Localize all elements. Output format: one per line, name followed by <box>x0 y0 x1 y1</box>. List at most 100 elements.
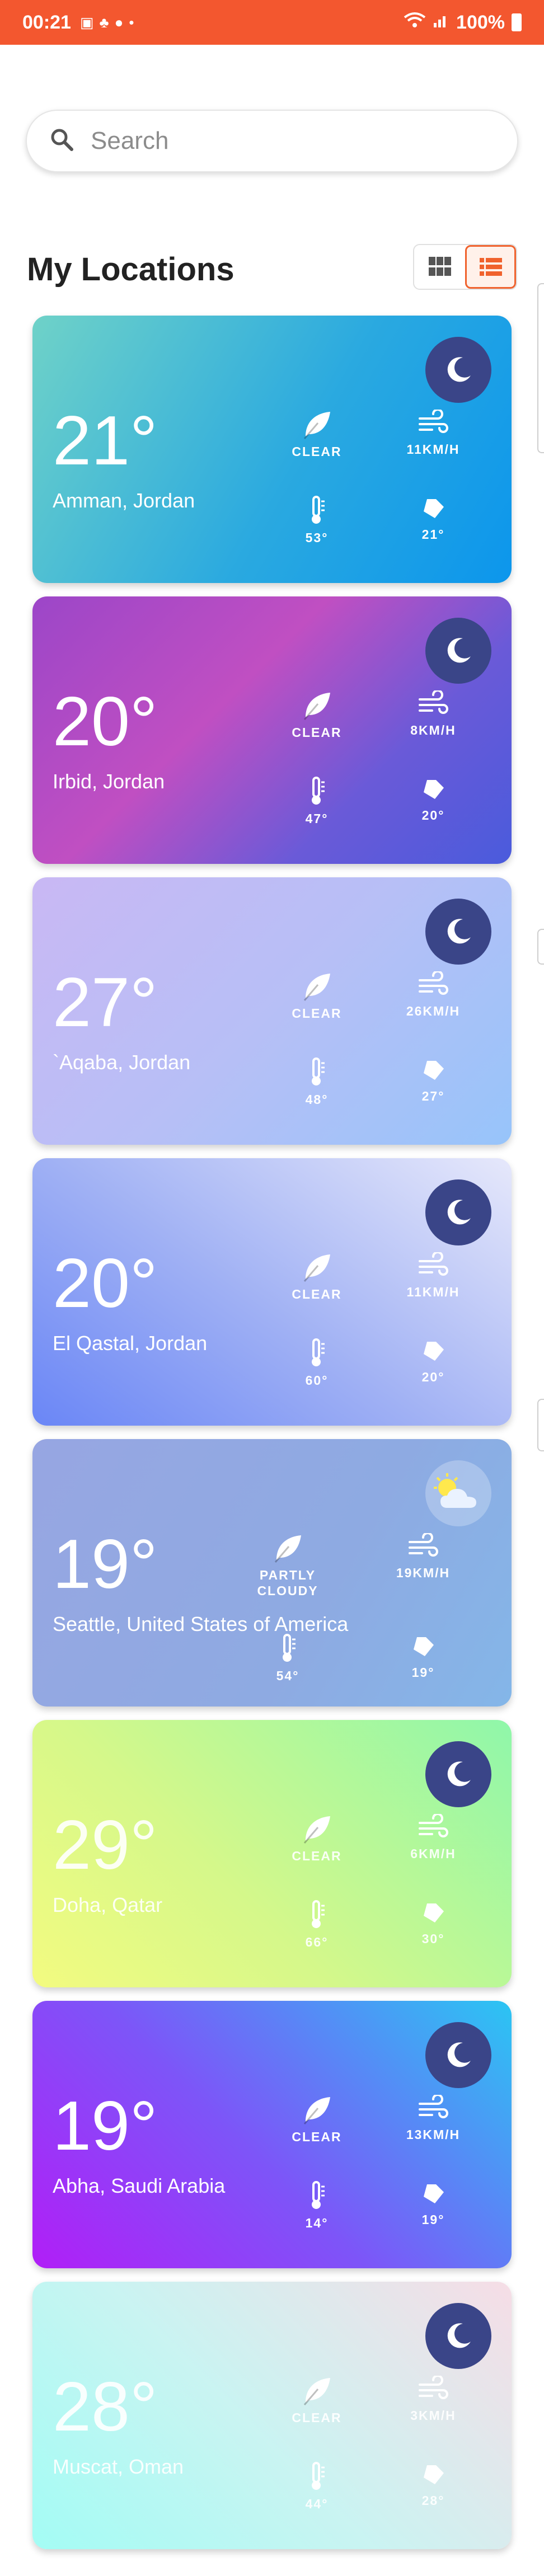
battery-icon <box>512 13 522 31</box>
wind-label: 11KM/H <box>406 442 460 457</box>
wind-stat: 3KM/H <box>388 2376 478 2424</box>
wind-label: 13KM/H <box>406 2127 461 2142</box>
moon-icon <box>425 618 491 684</box>
feels-stat: 47° <box>272 775 362 827</box>
wind-icon <box>388 2095 478 2123</box>
thermometer-icon <box>272 1899 362 1930</box>
edge-panel-handle[interactable] <box>537 1399 544 1451</box>
temperature: 20° <box>53 1245 158 1322</box>
wind-label: 8KM/H <box>410 723 456 737</box>
humidity-label: 19° <box>421 2212 445 2227</box>
temperature: 21° <box>53 402 158 480</box>
wind-stat: 11KM/H <box>388 410 478 458</box>
thermometer-icon <box>272 1337 362 1369</box>
humidity-stat: 20° <box>388 775 478 824</box>
feels-label: 44° <box>305 2497 329 2511</box>
city-name: Abha, Saudi Arabia <box>53 2174 226 2197</box>
more-notifications-icon: • <box>129 13 134 31</box>
moon-icon <box>425 1179 491 1245</box>
battery-percent: 100% <box>456 11 505 33</box>
humidity-label: 28° <box>421 2493 445 2508</box>
temperature: 19° <box>53 2088 158 2165</box>
feels-label: 14° <box>305 2216 329 2230</box>
feels-label: 53° <box>305 530 329 545</box>
location-card[interactable]: 27° `Aqaba, Jordan CLEAR 26KM/H 48° 27° <box>32 877 512 1145</box>
edge-panel-handle[interactable] <box>537 283 544 453</box>
condition-stat: CLEAR <box>272 2095 362 2145</box>
city-name: Muscat, Oman <box>53 2455 184 2478</box>
temperature: 28° <box>53 2368 158 2446</box>
humidity-label: 20° <box>421 808 445 822</box>
leaf-icon <box>272 690 362 721</box>
search-input[interactable] <box>90 126 484 156</box>
tag-icon <box>388 1899 478 1927</box>
tag-icon <box>388 1337 478 1365</box>
leaf-icon <box>272 2095 362 2125</box>
feels-label: 48° <box>305 1092 329 1107</box>
condition-label: CLEAR <box>292 444 342 459</box>
wind-label: 6KM/H <box>410 1846 456 1861</box>
humidity-stat: 30° <box>388 1899 478 1947</box>
feels-stat: 54° <box>243 1633 332 1684</box>
thermometer-icon <box>272 495 362 526</box>
moon-icon <box>425 1741 491 1807</box>
wind-icon <box>388 410 478 438</box>
image-notification-icon: ▣ <box>79 13 94 31</box>
wind-icon <box>388 1252 478 1280</box>
wind-stat: 26KM/H <box>388 971 478 1019</box>
tag-icon <box>388 1056 478 1084</box>
list-view-button[interactable] <box>465 245 516 289</box>
grid-view-button[interactable] <box>414 245 465 289</box>
city-name: Amman, Jordan <box>53 489 195 512</box>
city-name: Doha, Qatar <box>53 1893 163 1916</box>
wifi-icon <box>404 12 426 34</box>
location-card[interactable]: 28° Muscat, Oman CLEAR 3KM/H 44° 28° <box>32 2282 512 2549</box>
city-name: El Qastal, Jordan <box>53 1332 208 1355</box>
leaf-icon <box>272 971 362 1002</box>
leaf-icon <box>272 1252 362 1282</box>
feels-label: 66° <box>305 1935 329 1949</box>
location-card[interactable]: 20° Irbid, Jordan CLEAR 8KM/H 47° 20° <box>32 596 512 864</box>
location-card[interactable]: 29° Doha, Qatar CLEAR 6KM/H 66° 30° <box>32 1720 512 1987</box>
condition-label: CLEAR <box>292 1006 342 1021</box>
view-toggle <box>413 244 517 290</box>
condition-stat: CLEAR <box>272 971 362 1022</box>
tag-icon <box>388 2180 478 2208</box>
thermometer-icon <box>272 1056 362 1088</box>
humidity-stat: 19° <box>378 1633 468 1681</box>
wind-label: 3KM/H <box>410 2408 456 2423</box>
search-bar[interactable] <box>26 110 518 172</box>
thermometer-icon <box>243 1633 332 1664</box>
leaf-icon <box>243 1533 332 1563</box>
grid-icon <box>428 257 451 276</box>
wind-icon <box>388 690 478 718</box>
wind-icon <box>388 2376 478 2404</box>
humidity-label: 27° <box>421 1089 445 1103</box>
wind-stat: 6KM/H <box>388 1814 478 1862</box>
feels-stat: 66° <box>272 1899 362 1950</box>
location-card[interactable]: 21° Amman, Jordan CLEAR 11KM/H 53° 21° <box>32 316 512 583</box>
humidity-stat: 20° <box>388 1337 478 1385</box>
moon-icon <box>425 2022 491 2088</box>
thermometer-icon <box>272 2180 362 2211</box>
condition-label: CLEAR <box>292 1849 342 1863</box>
wind-label: 26KM/H <box>406 1004 461 1018</box>
condition-label: CLEAR <box>292 1287 342 1301</box>
moon-icon <box>425 337 491 403</box>
location-card[interactable]: 20° El Qastal, Jordan CLEAR 11KM/H 60° 2… <box>32 1158 512 1426</box>
list-icon <box>479 258 502 276</box>
edge-panel-handle[interactable] <box>537 929 544 965</box>
location-card[interactable]: 19° Abha, Saudi Arabia CLEAR 13KM/H 14° … <box>32 2001 512 2268</box>
feels-stat: 53° <box>272 495 362 546</box>
tag-icon <box>378 1633 468 1661</box>
condition-label: PARTLY CLOUDY <box>257 1568 318 1598</box>
status-time: 00:21 <box>22 11 71 33</box>
condition-stat: CLEAR <box>272 1252 362 1303</box>
moon-icon <box>425 2303 491 2369</box>
signal-icon <box>433 12 449 34</box>
notification-icons: ▣ ♣ ● • <box>80 14 134 31</box>
status-bar: 00:21 ▣ ♣ ● • 100% <box>0 0 544 45</box>
feels-stat: 14° <box>272 2180 362 2231</box>
message-notification-icon: ● <box>114 13 124 31</box>
location-card[interactable]: 19° Seattle, United States of America PA… <box>32 1439 512 1707</box>
